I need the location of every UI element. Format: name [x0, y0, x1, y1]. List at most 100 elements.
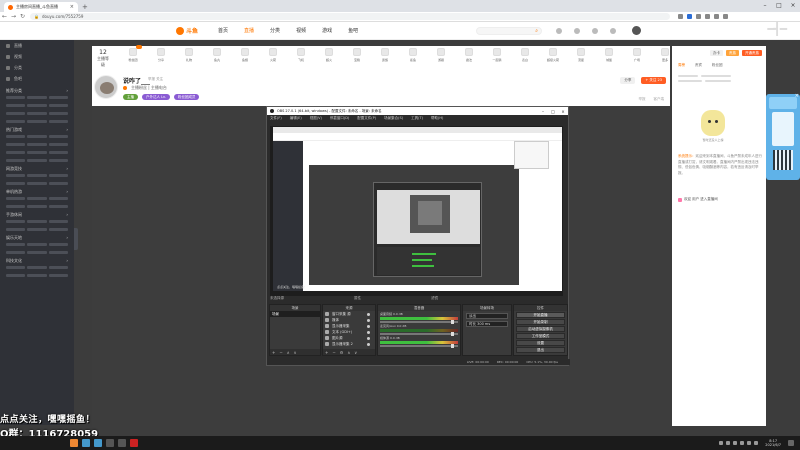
activity-item[interactable]: 火箭 — [264, 48, 282, 62]
download-icon[interactable] — [556, 27, 563, 34]
activity-item[interactable]: 粉丝团 — [124, 48, 142, 62]
sidebar-item[interactable]: 直播 — [0, 40, 74, 51]
control-button[interactable]: 工作室模式 — [516, 333, 565, 339]
extension-icon[interactable] — [687, 14, 692, 19]
sidebar-category-link[interactable] — [6, 251, 26, 254]
ranking-tab[interactable]: 贵宾 — [695, 63, 702, 68]
network-icon[interactable] — [754, 441, 759, 445]
right-action-button[interactable]: 开通贵族 — [742, 50, 762, 56]
streamer-sub-link[interactable]: 举报 — [639, 97, 646, 102]
streamer-meta[interactable]: 举报 关注 — [148, 77, 163, 82]
down-icon[interactable]: ∨ — [294, 350, 297, 355]
obs-menu-item[interactable]: 视图(V) — [310, 116, 322, 121]
site-logo[interactable]: 斗鱼 — [176, 26, 198, 35]
down-icon[interactable]: ∨ — [354, 350, 357, 355]
user-avatar[interactable] — [632, 26, 642, 35]
sidebar-category-link[interactable] — [48, 266, 68, 269]
chevron-right-icon[interactable]: › — [66, 88, 68, 94]
chevron-right-icon[interactable]: › — [66, 258, 68, 264]
sidebar-category-link[interactable] — [27, 205, 47, 208]
nav-item[interactable]: 游戏 — [322, 27, 332, 34]
notification-icon[interactable] — [788, 440, 794, 446]
sidebar-item[interactable]: 分类 — [0, 62, 74, 73]
sidebar-item[interactable]: 鱼吧 — [0, 73, 74, 84]
gear-icon[interactable]: ⚙ — [340, 350, 344, 355]
new-tab-icon[interactable]: + — [82, 2, 88, 12]
sidebar-category-link[interactable] — [48, 120, 68, 123]
sidebar-category-link[interactable] — [48, 182, 68, 185]
sidebar-category-link[interactable] — [6, 266, 26, 269]
nav-item[interactable]: 分类 — [270, 27, 280, 34]
app-icon[interactable] — [106, 439, 114, 447]
sidebar-category-link[interactable] — [6, 220, 26, 223]
activity-item[interactable]: 流星 — [572, 48, 590, 62]
forward-icon[interactable]: → — [9, 13, 18, 20]
activity-item[interactable]: 宝箱 — [348, 48, 366, 62]
activity-item[interactable]: 超火 — [320, 48, 338, 62]
obs-menu-item[interactable]: 停靠窗口(D) — [330, 116, 349, 121]
back-icon[interactable]: ← — [0, 13, 9, 20]
obs-dock-label[interactable]: 属性 — [354, 296, 361, 301]
sidebar-category-link[interactable] — [6, 197, 26, 200]
streamer-tag[interactable]: 主播 — [123, 94, 138, 100]
chevron-right-icon[interactable]: › — [66, 212, 68, 218]
sidebar-section-header[interactable]: 热门游戏 › — [0, 123, 74, 135]
streamer-tag[interactable]: 户外达人 Lv. — [142, 94, 170, 100]
visibility-icon[interactable] — [367, 318, 370, 322]
sidebar-category-link[interactable] — [48, 243, 68, 246]
sidebar-category-link[interactable] — [6, 112, 26, 115]
sidebar-section-header[interactable]: 娱乐天地 › — [0, 231, 74, 243]
source-item[interactable]: 显示器采集 2 — [323, 341, 375, 347]
chevron-right-icon[interactable]: › — [66, 235, 68, 241]
sidebar-category-link[interactable] — [48, 143, 68, 146]
visibility-icon[interactable] — [367, 324, 370, 328]
nav-item[interactable]: 视频 — [296, 27, 306, 34]
sidebar-category-link[interactable] — [27, 182, 47, 185]
close-tab-icon[interactable]: × — [70, 4, 74, 10]
app-icon[interactable] — [70, 439, 78, 447]
sidebar-category-link[interactable] — [6, 159, 26, 162]
chevron-right-icon[interactable]: › — [66, 189, 68, 195]
right-action-button[interactable]: 贵族 — [726, 50, 739, 56]
sidebar-category-link[interactable] — [48, 228, 68, 231]
sidebar-category-link[interactable] — [48, 251, 68, 254]
sidebar-category-link[interactable] — [6, 205, 26, 208]
menu-icon[interactable] — [723, 14, 728, 19]
visibility-icon[interactable] — [367, 336, 370, 340]
nav-item[interactable]: 鱼吧 — [348, 27, 358, 34]
taskbar-clock[interactable]: 8:17 2021/6/7 — [765, 439, 781, 448]
minimize-icon[interactable]: – — [538, 109, 548, 114]
sidebar-section-header[interactable]: 科技文化 › — [0, 254, 74, 266]
obs-menu-item[interactable]: 帮助(H) — [431, 116, 443, 121]
nav-item[interactable]: 首页 — [218, 27, 228, 34]
maximize-icon[interactable]: □ — [772, 0, 786, 12]
sidebar-category-link[interactable] — [48, 220, 68, 223]
sidebar-category-link[interactable] — [48, 197, 68, 200]
obs-menu-item[interactable]: 编辑(E) — [290, 116, 302, 121]
sidebar-category-link[interactable] — [48, 104, 68, 107]
volume-slider[interactable] — [380, 344, 458, 348]
activity-item[interactable]: 城堡 — [600, 48, 618, 62]
sidebar-category-link[interactable] — [48, 205, 68, 208]
sidebar-section-header[interactable]: 推荐分类 › — [0, 84, 74, 96]
sidebar-collapse-handle[interactable] — [74, 228, 78, 250]
minimize-icon[interactable]: – — [758, 0, 772, 12]
maximize-icon[interactable]: □ — [548, 109, 558, 114]
add-icon[interactable]: + — [325, 350, 328, 355]
tray-icon[interactable] — [726, 441, 731, 445]
control-button[interactable]: 开始录制 — [516, 319, 565, 325]
up-icon[interactable]: ∧ — [287, 350, 290, 355]
obs-dock-label[interactable]: 未选择源 — [270, 296, 284, 301]
obs-menu-item[interactable]: 场景集合(S) — [384, 116, 403, 121]
sidebar-category-link[interactable] — [27, 243, 47, 246]
remove-icon[interactable]: − — [279, 350, 282, 355]
control-button[interactable]: 退出 — [516, 347, 565, 353]
sidebar-category-link[interactable] — [6, 228, 26, 231]
sidebar-category-link[interactable] — [27, 220, 47, 223]
sidebar-section-header[interactable]: 单机热游 › — [0, 185, 74, 197]
scene-item[interactable]: 场景 — [270, 311, 320, 317]
volume-icon[interactable] — [747, 441, 752, 445]
volume-slider[interactable] — [380, 320, 458, 324]
obs-taskbar-icon[interactable] — [118, 439, 126, 447]
sidebar-category-link[interactable] — [6, 120, 26, 123]
